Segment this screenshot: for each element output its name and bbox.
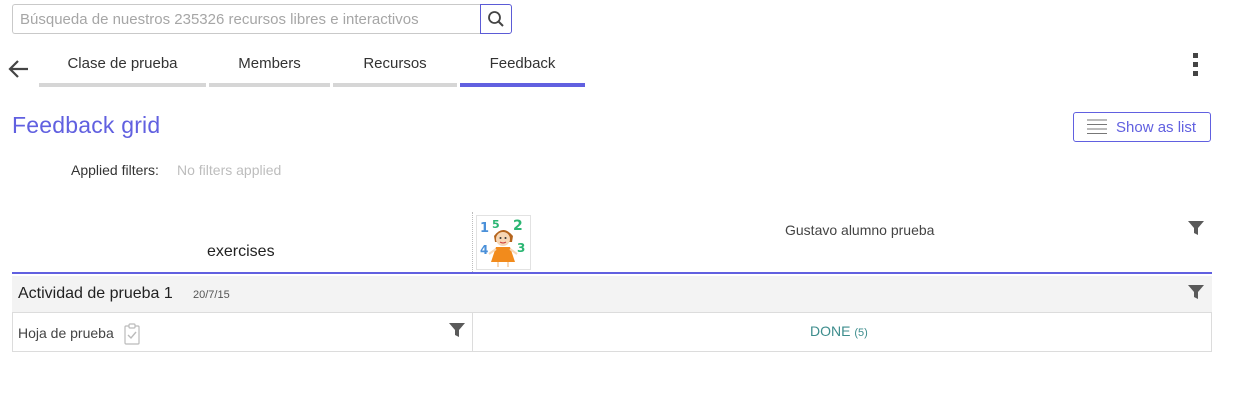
back-button[interactable] xyxy=(6,56,32,82)
applied-filters-value: No filters applied xyxy=(177,162,282,178)
search-button[interactable] xyxy=(480,4,512,34)
grid-header xyxy=(12,212,1212,274)
show-as-list-button[interactable]: Show as list xyxy=(1073,112,1211,142)
search-bar xyxy=(12,4,512,34)
search-icon xyxy=(488,11,504,27)
more-options-button[interactable] xyxy=(1184,52,1208,78)
activity-filter-button[interactable] xyxy=(1188,285,1204,299)
filter-icon xyxy=(1188,285,1204,299)
tab-feedback[interactable]: Feedback xyxy=(460,50,585,87)
svg-text:1: 1 xyxy=(480,221,489,236)
search-input[interactable] xyxy=(12,4,481,34)
svg-text:2: 2 xyxy=(513,218,523,234)
page-title: Feedback grid xyxy=(12,112,161,138)
sheet-name: Hoja de prueba xyxy=(18,325,114,341)
applied-filters-label: Applied filters: xyxy=(71,162,159,178)
activity-date: 20/7/15 xyxy=(193,289,230,301)
sheet-type xyxy=(124,323,140,345)
sheet-filter-button[interactable] xyxy=(449,323,465,337)
svg-text:3: 3 xyxy=(517,241,525,255)
tab-members[interactable]: Members xyxy=(209,50,330,87)
more-vertical-icon xyxy=(1193,53,1198,76)
show-as-list-label: Show as list xyxy=(1116,118,1197,136)
row-column-separator xyxy=(472,313,473,351)
done-status: DONE xyxy=(810,323,851,339)
filter-icon xyxy=(449,323,465,337)
list-icon xyxy=(1087,119,1107,134)
activity-row xyxy=(12,276,1212,313)
clipboard-check-icon xyxy=(124,323,140,345)
student-avatar: 1 5 2 4 3 xyxy=(476,215,531,270)
avatar-image: 1 5 2 4 3 xyxy=(480,218,525,267)
done-count: (5) xyxy=(854,327,868,339)
exercises-column-header: exercises xyxy=(207,243,275,260)
table-row xyxy=(12,313,1212,352)
tab-clase-de-prueba[interactable]: Clase de prueba xyxy=(39,50,206,87)
activity-name: Actividad de prueba 1 xyxy=(18,285,173,302)
column-separator xyxy=(472,212,473,272)
svg-text:5: 5 xyxy=(492,218,500,231)
svg-text:4: 4 xyxy=(480,243,488,257)
student-name: Gustavo alumno prueba xyxy=(785,222,935,238)
student-filter-button[interactable] xyxy=(1188,221,1204,235)
back-arrow-icon xyxy=(8,60,28,78)
tab-recursos[interactable]: Recursos xyxy=(333,50,457,87)
filter-icon xyxy=(1188,221,1204,235)
done-status-link[interactable]: DONE (5) xyxy=(810,323,868,339)
